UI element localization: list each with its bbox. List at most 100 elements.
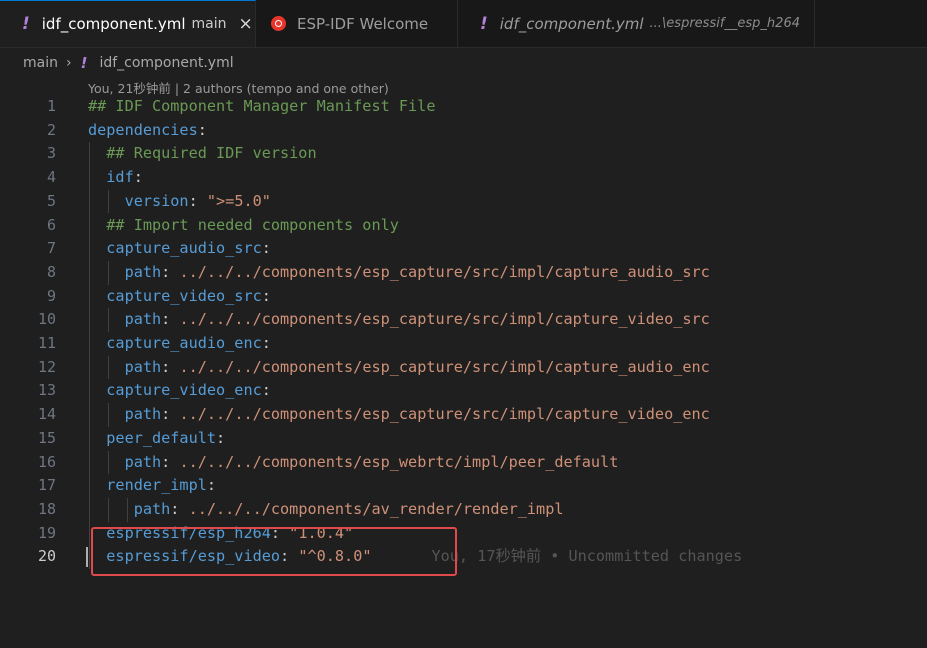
code-text: capture_audio_src: bbox=[88, 237, 271, 261]
yaml-icon: ! bbox=[480, 13, 488, 34]
line-number: 12 bbox=[37, 357, 56, 376]
tab-description: ...\espressif__esp_h264 bbox=[649, 16, 800, 31]
code-token-punct: : bbox=[188, 191, 207, 210]
code-token-key: capture_video_src bbox=[88, 286, 262, 305]
code-token-punct: : bbox=[261, 334, 271, 352]
breadcrumb-folder[interactable]: main bbox=[23, 55, 58, 71]
code-token-str: ../../../components/esp_webrtc/impl/peer… bbox=[179, 452, 619, 471]
code-token-key: path bbox=[88, 357, 162, 376]
code-line[interactable]: 3 ## Required IDF version bbox=[0, 142, 927, 166]
tab-bar: ! idf_component.yml main × ESP-IDF Welco… bbox=[0, 0, 927, 48]
indent-guide bbox=[108, 355, 109, 380]
code-token-comment: ## IDF Component Manager Manifest File bbox=[88, 97, 436, 115]
code-token-key: version bbox=[88, 191, 189, 210]
esp-idf-icon bbox=[271, 16, 286, 31]
code-text: version: ">=5.0" bbox=[88, 190, 271, 214]
code-token-punct: : bbox=[206, 476, 217, 495]
code-line[interactable]: 10 path: ../../../components/esp_capture… bbox=[0, 308, 927, 332]
line-number: 6 bbox=[46, 215, 56, 234]
code-token-punct: : bbox=[261, 286, 271, 305]
line-number: 7 bbox=[46, 239, 56, 258]
yaml-icon: ! bbox=[22, 14, 30, 34]
line-number: 14 bbox=[37, 405, 56, 424]
line-number: 3 bbox=[46, 144, 56, 163]
code-token-str: ../../../components/esp_capture/src/impl… bbox=[179, 405, 710, 424]
code-text: ## Import needed components only bbox=[88, 214, 399, 238]
tab-description: main bbox=[191, 16, 227, 32]
code-token-key: path bbox=[88, 310, 162, 329]
code-token-punct: : bbox=[261, 381, 271, 400]
indent-guide bbox=[108, 450, 109, 475]
code-text: capture_audio_enc: bbox=[88, 332, 271, 356]
indent-guide bbox=[89, 142, 90, 569]
inline-blame[interactable]: You, 17秒钟前 • Uncommitted changes bbox=[431, 547, 742, 565]
line-number: 15 bbox=[37, 428, 56, 447]
code-line[interactable]: 1 ## IDF Component Manager Manifest File bbox=[0, 95, 927, 119]
tab-esp-idf-welcome[interactable]: ESP-IDF Welcome bbox=[256, 0, 458, 47]
indent-guide bbox=[108, 497, 109, 522]
line-number: 10 bbox=[37, 310, 56, 329]
code-text: dependencies: bbox=[88, 119, 207, 143]
code-line[interactable]: 4 idf: bbox=[0, 166, 927, 190]
code-line[interactable]: 15 peer_default: bbox=[0, 427, 927, 451]
code-text: ## IDF Component Manager Manifest File bbox=[88, 95, 435, 119]
code-text: path: ../../../components/esp_capture/sr… bbox=[88, 356, 710, 380]
close-icon[interactable]: × bbox=[239, 14, 253, 34]
code-token-key: capture_audio_enc bbox=[88, 334, 262, 352]
code-line[interactable]: 14 path: ../../../components/esp_capture… bbox=[0, 403, 927, 427]
tab-label: idf_component.yml bbox=[41, 15, 186, 33]
code-text: peer_default: bbox=[88, 427, 225, 451]
code-token-str: ../../../components/esp_capture/src/impl… bbox=[179, 357, 710, 376]
code-line[interactable]: 17 render_impl: bbox=[0, 474, 927, 498]
code-token-key: render_impl bbox=[88, 476, 207, 495]
code-token-key: path bbox=[88, 452, 162, 471]
code-token-punct: : bbox=[216, 428, 226, 447]
code-token-punct: : bbox=[161, 310, 180, 329]
chevron-right-icon: › bbox=[65, 55, 72, 71]
line-number: 5 bbox=[46, 191, 56, 210]
code-text: capture_video_src: bbox=[88, 285, 271, 309]
code-line[interactable]: 13 capture_video_enc: bbox=[0, 379, 927, 403]
code-text: path: ../../../components/esp_capture/sr… bbox=[88, 261, 710, 285]
code-line[interactable]: 8 path: ../../../components/esp_capture/… bbox=[0, 261, 927, 285]
code-token-key: path bbox=[88, 405, 162, 424]
line-number: 18 bbox=[37, 499, 56, 518]
line-number: 1 bbox=[46, 97, 56, 115]
indent-guide bbox=[108, 260, 109, 285]
tab-idf-component-main[interactable]: ! idf_component.yml main × bbox=[0, 0, 256, 47]
code-token-punct: : bbox=[197, 120, 207, 139]
code-token-punct: : bbox=[170, 499, 189, 518]
breadcrumb-file[interactable]: idf_component.yml bbox=[99, 55, 233, 71]
code-line[interactable]: 18 path: ../../../components/av_render/r… bbox=[0, 498, 927, 522]
tab-idf-component-esp-h264[interactable]: ! idf_component.yml ...\espressif__esp_h… bbox=[458, 0, 815, 47]
code-line[interactable]: 12 path: ../../../components/esp_capture… bbox=[0, 356, 927, 380]
code-line[interactable]: 2 dependencies: bbox=[0, 119, 927, 143]
code-line[interactable]: 11 capture_audio_enc: bbox=[0, 332, 927, 356]
indent-guide bbox=[108, 189, 109, 214]
code-token-key: capture_audio_src bbox=[88, 239, 262, 258]
code-token-key: idf bbox=[88, 168, 134, 187]
code-token-key: capture_video_enc bbox=[88, 381, 262, 400]
line-number: 19 bbox=[37, 523, 56, 542]
code-token-punct: : bbox=[133, 168, 143, 187]
code-line[interactable]: 16 path: ../../../components/esp_webrtc/… bbox=[0, 451, 927, 475]
code-token-comment: ## Import needed components only bbox=[88, 215, 399, 234]
code-token-punct: : bbox=[161, 262, 180, 281]
code-token-str: ../../../components/av_render/render_imp… bbox=[188, 499, 564, 518]
breadcrumb: main › ! idf_component.yml bbox=[23, 52, 234, 74]
code-line[interactable]: 5 version: ">=5.0" bbox=[0, 190, 927, 214]
code-token-key: dependencies bbox=[88, 120, 198, 139]
yaml-icon: ! bbox=[80, 54, 88, 72]
code-text: render_impl: bbox=[88, 474, 216, 498]
code-text: capture_video_enc: bbox=[88, 379, 271, 403]
line-number: 16 bbox=[37, 452, 56, 471]
line-number: 17 bbox=[37, 476, 56, 495]
code-token-str: ">=5.0" bbox=[206, 191, 271, 210]
code-line[interactable]: 9 capture_video_src: bbox=[0, 285, 927, 309]
code-line[interactable]: 7 capture_audio_src: bbox=[0, 237, 927, 261]
code-line[interactable]: 6 ## Import needed components only bbox=[0, 214, 927, 238]
code-text: path: ../../../components/esp_capture/sr… bbox=[88, 403, 710, 427]
text-cursor bbox=[86, 547, 88, 568]
code-text: path: ../../../components/esp_webrtc/imp… bbox=[88, 451, 619, 475]
line-number: 9 bbox=[46, 286, 56, 305]
